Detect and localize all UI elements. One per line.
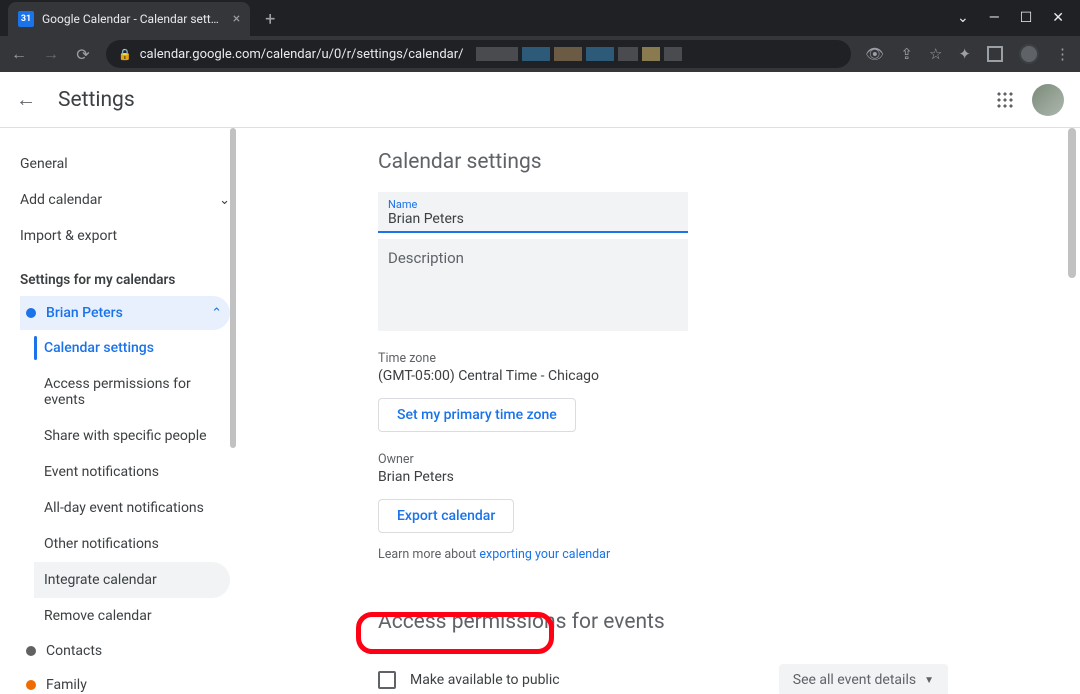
subnav-share-specific-people[interactable]: Share with specific people [34, 418, 230, 454]
section-title-calendar-settings: Calendar settings [378, 150, 1056, 174]
subnav-event-notifications[interactable]: Event notifications [34, 454, 230, 490]
sidebar-import-export[interactable]: Import & export [20, 218, 230, 254]
lock-icon: 🔒 [118, 48, 132, 61]
make-public-label: Make available to public [410, 672, 560, 688]
timezone-value: (GMT-05:00) Central Time - Chicago [378, 368, 1056, 384]
sidebar-general[interactable]: General [20, 146, 230, 182]
calendar-color-dot [26, 308, 36, 318]
close-window-icon[interactable]: ✕ [1052, 10, 1064, 26]
maximize-icon[interactable]: ☐ [1020, 10, 1033, 26]
subnav-integrate-calendar[interactable]: Integrate calendar [34, 562, 230, 598]
tab-favicon: 31 [18, 11, 34, 27]
sidepanel-icon[interactable] [987, 46, 1003, 62]
browser-tab[interactable]: 31 Google Calendar - Calendar sett… × [8, 2, 250, 36]
subnav-access-permissions[interactable]: Access permissions for events [34, 366, 230, 418]
profile-chip[interactable] [1019, 44, 1039, 64]
page-title: Settings [58, 88, 135, 112]
export-learn-more: Learn more about exporting your calendar [378, 547, 1056, 562]
subnav-other-notifications[interactable]: Other notifications [34, 526, 230, 562]
extensions-icon[interactable]: ✦ [958, 45, 971, 63]
sidebar-calendar-brian-peters[interactable]: Brian Peters ⌃ [20, 296, 230, 330]
share-icon[interactable]: ⇪ [900, 45, 913, 63]
url-redaction [476, 47, 682, 61]
set-primary-timezone-button[interactable]: Set my primary time zone [378, 398, 576, 432]
subnav-remove-calendar[interactable]: Remove calendar [34, 598, 230, 634]
owner-value: Brian Peters [378, 469, 1056, 485]
new-tab-button[interactable]: + [256, 5, 284, 33]
exporting-calendar-link[interactable]: exporting your calendar [479, 547, 610, 562]
calendar-color-dot [26, 646, 36, 656]
kebab-menu-icon[interactable]: ⋮ [1055, 45, 1070, 63]
caret-down-icon: ▼ [924, 675, 934, 686]
reload-button[interactable]: ⟳ [74, 45, 92, 64]
subnav-calendar-settings[interactable]: Calendar settings [34, 330, 230, 366]
calendar-name-input[interactable]: Name Brian Peters [378, 192, 688, 233]
name-field-value: Brian Peters [388, 211, 678, 227]
event-details-dropdown[interactable]: See all event details ▼ [779, 664, 948, 694]
export-calendar-button[interactable]: Export calendar [378, 499, 514, 533]
sidebar-calendar-family[interactable]: Family [20, 668, 230, 694]
section-title-access-permissions: Access permissions for events [378, 610, 1056, 634]
make-public-checkbox[interactable] [378, 671, 396, 689]
sidebar-scrollbar[interactable] [228, 128, 238, 694]
calendar-color-dot [26, 680, 36, 690]
sidebar-add-calendar[interactable]: Add calendar ⌄ [20, 182, 230, 218]
google-apps-icon[interactable] [996, 91, 1014, 109]
main-scrollbar[interactable] [1066, 128, 1080, 694]
minimize-icon[interactable]: — [989, 10, 1000, 26]
settings-back-arrow[interactable]: ← [16, 87, 36, 112]
owner-label: Owner [378, 452, 1056, 467]
chevron-up-icon: ⌃ [211, 306, 222, 321]
forward-button[interactable]: → [42, 44, 60, 64]
tab-title: Google Calendar - Calendar sett… [42, 12, 219, 26]
name-field-label: Name [388, 198, 678, 211]
url-text: calendar.google.com/calendar/u/0/r/setti… [140, 47, 464, 62]
back-button[interactable]: ← [10, 44, 28, 64]
eye-icon[interactable]: 👁 [865, 45, 884, 63]
subnav-allday-notifications[interactable]: All-day event notifications [34, 490, 230, 526]
sidebar-calendar-contacts[interactable]: Contacts [20, 634, 230, 668]
account-avatar[interactable] [1032, 84, 1064, 116]
sidebar-section-label: Settings for my calendars [20, 254, 230, 296]
tab-search-icon[interactable]: ⌄ [957, 10, 969, 26]
settings-sidebar: General Add calendar ⌄ Import & export S… [0, 128, 238, 694]
main-content: Calendar settings Name Brian Peters Desc… [238, 128, 1080, 694]
timezone-label: Time zone [378, 351, 1056, 366]
bookmark-star-icon[interactable]: ☆ [929, 45, 942, 63]
description-placeholder: Description [388, 249, 464, 267]
address-bar[interactable]: 🔒 calendar.google.com/calendar/u/0/r/set… [106, 40, 851, 68]
close-tab-icon[interactable]: × [233, 11, 240, 27]
calendar-description-input[interactable]: Description [378, 239, 688, 331]
